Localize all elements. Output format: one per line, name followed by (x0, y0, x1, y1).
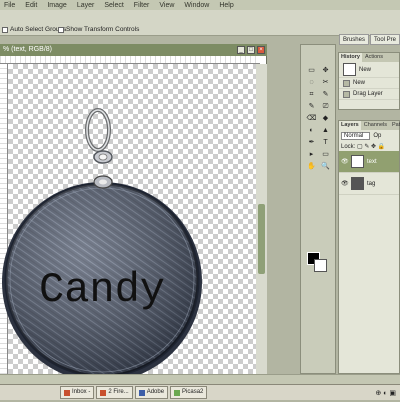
auto-select-option[interactable]: Auto Select Groups (2, 26, 66, 33)
dodge-tool-icon[interactable]: ◐ (305, 125, 318, 136)
type-tool-icon[interactable]: T (319, 137, 332, 148)
tab-channels[interactable]: Channels (362, 121, 389, 130)
menu-item-window[interactable]: Window (184, 2, 209, 9)
close-button[interactable]: × (257, 46, 265, 54)
menu-item-select[interactable]: Select (104, 2, 123, 9)
crop-tool-icon[interactable]: ✂ (319, 77, 332, 88)
maximize-button[interactable]: □ (247, 46, 255, 54)
menu-item-view[interactable]: View (159, 2, 174, 9)
pen-tool-icon[interactable]: ✒ (305, 137, 318, 148)
shape-tool-icon[interactable]: ▭ (319, 149, 332, 160)
layer-row-tag[interactable]: 👁 tag (339, 173, 399, 195)
taskbar-label: 2 Fire... (108, 389, 129, 395)
blend-mode-select[interactable]: Normal (341, 132, 371, 140)
taskbar-label: Adobe (146, 389, 165, 395)
taskbar-item-adobe[interactable]: Adobe (134, 386, 169, 399)
photoshop-icon (138, 389, 145, 396)
brush-tool-icon[interactable]: ✎ (319, 89, 332, 100)
sharpen-tool-icon[interactable]: ▲ (319, 125, 332, 136)
palette-well: Brushes Tool Pre (338, 34, 400, 45)
menu-item-layer[interactable]: Layer (77, 2, 95, 9)
menu-item-file[interactable]: File (4, 2, 15, 9)
layer-row-text[interactable]: 👁 T text (339, 151, 399, 173)
opacity-label: Op (373, 133, 382, 139)
layer-name: tag (367, 180, 376, 187)
history-panel: History Actions New New Drag Layer (338, 52, 400, 110)
menu-item-filter[interactable]: Filter (134, 2, 150, 9)
tab-history[interactable]: History (339, 53, 362, 62)
history-snapshot[interactable]: New (339, 62, 399, 78)
layers-panel: Layers Channels Paths Normal Op Lock: ▢ … (338, 120, 400, 374)
tool-grid: ▭ ✥ ◌ ✂ ⌗ ✎ ✎ ⎚ ⌫ ◆ ◐ ▲ ✒ T ▸ ▭ ✋ 🔍 (305, 65, 332, 172)
history-item[interactable]: Drag Layer (339, 89, 399, 100)
taskbar-item-inbox[interactable]: Inbox - (60, 386, 95, 399)
system-tray[interactable]: ⊕ ◐ ▣ (375, 389, 396, 397)
tab-actions[interactable]: Actions (363, 53, 385, 62)
menu-item-help[interactable]: Help (219, 2, 233, 9)
eye-icon[interactable]: 👁 (341, 180, 349, 187)
auto-select-checkbox[interactable] (2, 26, 8, 33)
document-window: % (text, RGB/8) _ □ × Candy (0, 44, 267, 382)
new-document-icon (343, 79, 350, 87)
lock-label: Lock: (341, 144, 356, 150)
history-tabs: History Actions (339, 53, 399, 62)
menu-item-edit[interactable]: Edit (25, 2, 37, 9)
menu-item-image[interactable]: Image (47, 2, 66, 9)
transform-checkbox[interactable] (58, 26, 64, 33)
history-item-label: Drag Layer (353, 91, 383, 97)
layer-options: Normal Op (339, 130, 399, 142)
drag-layer-icon (343, 90, 350, 98)
lock-icon[interactable]: ▢ ✎ ✥ 🔒 (357, 144, 385, 150)
pencil-tool-icon[interactable]: ✎ (305, 101, 318, 112)
taskbar-label: Inbox - (72, 389, 91, 395)
taskbar-item-picasa[interactable]: Picasa2 (170, 386, 208, 399)
document-title: % (text, RGB/8) (3, 46, 53, 53)
move-tool-icon[interactable]: ✥ (319, 65, 332, 76)
layer-thumbnail: T (351, 155, 364, 168)
toolbox: ▭ ✥ ◌ ✂ ⌗ ✎ ✎ ⎚ ⌫ ◆ ◐ ▲ ✒ T ▸ ▭ ✋ 🔍 (300, 44, 336, 374)
marquee-tool-icon[interactable]: ▭ (305, 65, 318, 76)
snapshot-thumbnail (343, 63, 356, 76)
lock-row: Lock: ▢ ✎ ✥ 🔒 (339, 142, 399, 151)
tab-paths[interactable]: Paths (390, 121, 400, 130)
mail-icon (64, 389, 70, 396)
hand-tool-icon[interactable]: ✋ (305, 161, 318, 172)
zoom-tool-icon[interactable]: 🔍 (319, 161, 332, 172)
history-item[interactable]: New (339, 78, 399, 89)
taskbar-label: Picasa2 (182, 389, 204, 395)
ruler-horizontal (0, 56, 260, 64)
path-select-tool-icon[interactable]: ▸ (305, 149, 318, 160)
palette-tab-tool-presets[interactable]: Tool Pre (369, 34, 400, 45)
taskbar-item-firefox[interactable]: 2 Fire... (96, 386, 133, 399)
background-color-swatch[interactable] (314, 259, 327, 272)
tag-artwork (2, 108, 202, 382)
fill-tool-icon[interactable]: ◆ (319, 113, 332, 124)
layer-thumbnail (351, 177, 364, 190)
eye-icon[interactable]: 👁 (341, 158, 349, 165)
layers-tabs: Layers Channels Paths (339, 121, 400, 130)
palette-tab-brushes[interactable]: Brushes (338, 34, 369, 45)
history-item-label: New (353, 80, 366, 86)
transform-label: Show Transform Controls (66, 26, 140, 33)
window-buttons: _ □ × (237, 46, 265, 54)
document-title-bar[interactable]: % (text, RGB/8) _ □ × (0, 44, 267, 56)
picasa-icon (174, 389, 181, 396)
menu-bar: File Edit Image Layer Select Filter View… (0, 0, 400, 10)
stamp-tool-icon[interactable]: ⎚ (319, 101, 332, 112)
lasso-tool-icon[interactable]: ◌ (305, 77, 318, 88)
layer-name: text (367, 158, 377, 165)
browser-icon (100, 389, 107, 396)
options-bar: Auto Select Groups Show Transform Contro… (0, 10, 400, 45)
history-item-label: New (359, 66, 372, 73)
tag-text: Candy (38, 266, 166, 314)
slice-tool-icon[interactable]: ⌗ (305, 89, 318, 100)
taskbar: Inbox - 2 Fire... Adobe Picasa2 ⊕ ◐ ▣ (0, 384, 400, 400)
status-bar (0, 374, 400, 384)
eraser-tool-icon[interactable]: ⌫ (305, 113, 318, 124)
transform-option[interactable]: Show Transform Controls (58, 26, 139, 33)
tab-layers[interactable]: Layers (339, 121, 361, 130)
minimize-button[interactable]: _ (237, 46, 245, 54)
